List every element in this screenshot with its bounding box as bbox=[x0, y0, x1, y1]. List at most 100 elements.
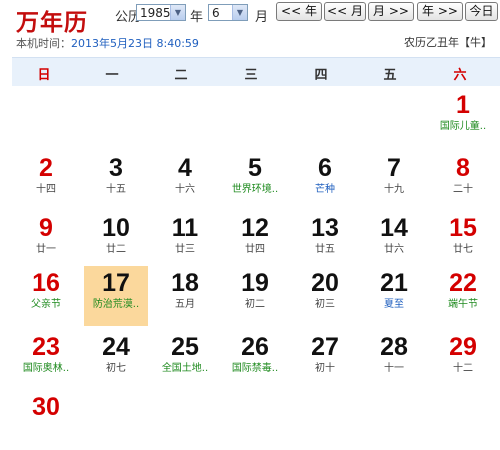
lunar-or-festival-label: 十二 bbox=[453, 363, 473, 374]
day-cell[interactable]: 14 廿六 bbox=[362, 211, 426, 271]
day-cell[interactable]: 13 廿五 bbox=[293, 211, 357, 271]
chevron-down-icon[interactable]: ▼ bbox=[232, 5, 247, 20]
day-cell[interactable]: 19 初二 bbox=[223, 266, 287, 326]
next-month-button[interactable]: 月 >> bbox=[368, 2, 414, 21]
lunar-or-festival-label: 十四 bbox=[36, 184, 56, 195]
day-cell[interactable]: 5 世界环境.. bbox=[223, 151, 287, 211]
lunar-or-festival-label: 防治荒漠.. bbox=[92, 299, 140, 310]
day-cell[interactable]: 7 十九 bbox=[362, 151, 426, 211]
day-number: 20 bbox=[311, 269, 339, 297]
lunar-or-festival-label: 廿五 bbox=[315, 244, 335, 255]
day-number: 2 bbox=[39, 154, 53, 182]
day-number: 1 bbox=[456, 91, 470, 119]
day-number: 29 bbox=[449, 333, 477, 361]
lunar-or-festival-label: 世界环境.. bbox=[231, 184, 279, 195]
day-number: 16 bbox=[32, 269, 60, 297]
lunar-or-festival-label: 二十 bbox=[453, 184, 473, 195]
day-cell[interactable]: 23 国际奥林.. bbox=[14, 330, 78, 390]
day-cell[interactable]: 20 初三 bbox=[293, 266, 357, 326]
today-button[interactable]: 今日 bbox=[465, 2, 498, 21]
lunar-or-festival-label: 国际奥林.. bbox=[22, 363, 70, 374]
day-cell[interactable]: 4 十六 bbox=[153, 151, 217, 211]
local-time: 本机时间：2013年5月23日 8:40:59 bbox=[16, 35, 199, 51]
day-cell[interactable]: 22 端午节 bbox=[431, 266, 495, 326]
day-cell[interactable]: 30 bbox=[14, 390, 78, 450]
day-number: 11 bbox=[171, 214, 199, 242]
day-cell[interactable]: 26 国际禁毒.. bbox=[223, 330, 287, 390]
day-cell[interactable]: 29 十二 bbox=[431, 330, 495, 390]
next-year-button[interactable]: 年 >> bbox=[417, 2, 463, 21]
weekday-sun: 日 bbox=[37, 68, 51, 83]
month-label: 月 bbox=[255, 10, 269, 25]
day-number: 24 bbox=[102, 333, 130, 361]
prev-year-button[interactable]: << 年 bbox=[276, 2, 322, 21]
lunar-or-festival-label: 廿六 bbox=[384, 244, 404, 255]
day-number: 12 bbox=[241, 214, 269, 242]
day-cell[interactable]: 28 十一 bbox=[362, 330, 426, 390]
day-number: 8 bbox=[456, 154, 470, 182]
day-cell[interactable]: 1 国际儿童.. bbox=[431, 88, 495, 148]
day-number: 3 bbox=[109, 154, 123, 182]
day-cell[interactable]: 16 父亲节 bbox=[14, 266, 78, 326]
day-cell[interactable]: 15 廿七 bbox=[431, 211, 495, 271]
day-number: 5 bbox=[248, 154, 262, 182]
day-cell[interactable]: 8 二十 bbox=[431, 151, 495, 211]
day-number: 6 bbox=[318, 154, 332, 182]
day-cell[interactable]: 21 夏至 bbox=[362, 266, 426, 326]
day-cell[interactable]: 25 全国土地.. bbox=[153, 330, 217, 390]
lunar-or-festival-label: 初七 bbox=[106, 363, 126, 374]
day-number: 19 bbox=[241, 269, 269, 297]
day-cell[interactable]: 3 十五 bbox=[84, 151, 148, 211]
day-number: 26 bbox=[241, 333, 269, 361]
lunar-or-festival-label: 芒种 bbox=[315, 184, 335, 195]
day-number: 22 bbox=[449, 269, 477, 297]
lunar-or-festival-label: 十一 bbox=[384, 363, 404, 374]
day-cell[interactable]: 12 廿四 bbox=[223, 211, 287, 271]
weekday-wed: 三 bbox=[244, 68, 258, 83]
day-number: 21 bbox=[380, 269, 408, 297]
day-cell[interactable]: 6 芒种 bbox=[293, 151, 357, 211]
weekday-thu: 四 bbox=[314, 68, 328, 83]
day-number: 30 bbox=[32, 393, 60, 421]
prev-month-button[interactable]: << 月 bbox=[324, 2, 366, 21]
day-cell[interactable]: 11 廿三 bbox=[153, 211, 217, 271]
weekday-tue: 二 bbox=[174, 68, 188, 83]
day-cell[interactable]: 10 廿二 bbox=[84, 211, 148, 271]
day-number: 14 bbox=[380, 214, 408, 242]
lunar-or-festival-label: 夏至 bbox=[384, 299, 404, 310]
lunar-or-festival-label: 初二 bbox=[245, 299, 265, 310]
lunar-or-festival-label: 初三 bbox=[315, 299, 335, 310]
weekday-sat: 六 bbox=[453, 68, 467, 83]
day-cell[interactable]: 18 五月 bbox=[153, 266, 217, 326]
local-time-value: 2013年5月23日 8:40:59 bbox=[71, 37, 199, 50]
day-number: 18 bbox=[171, 269, 199, 297]
lunar-or-festival-label: 十五 bbox=[106, 184, 126, 195]
year-select-value: 1985 bbox=[140, 6, 171, 20]
month-select[interactable]: 6 ▼ bbox=[208, 4, 248, 21]
app-logo: 万年历 bbox=[16, 9, 88, 36]
day-cell[interactable]: 2 十四 bbox=[14, 151, 78, 211]
lunar-or-festival-label: 廿三 bbox=[175, 244, 195, 255]
day-cell[interactable]: 24 初七 bbox=[84, 330, 148, 390]
day-number: 10 bbox=[102, 214, 130, 242]
lunar-or-festival-label: 初十 bbox=[315, 363, 335, 374]
day-number: 23 bbox=[32, 333, 60, 361]
chevron-down-icon[interactable]: ▼ bbox=[170, 5, 185, 20]
day-number: 7 bbox=[387, 154, 401, 182]
day-cell[interactable]: 27 初十 bbox=[293, 330, 357, 390]
day-cell[interactable]: 9 廿一 bbox=[14, 211, 78, 271]
day-number: 27 bbox=[311, 333, 339, 361]
lunar-or-festival-label: 廿四 bbox=[245, 244, 265, 255]
day-number: 28 bbox=[380, 333, 408, 361]
year-select[interactable]: 1985 ▼ bbox=[136, 4, 186, 21]
day-number: 25 bbox=[171, 333, 199, 361]
lunar-or-festival-label: 廿七 bbox=[453, 244, 473, 255]
lunar-year-label: 农历乙丑年【牛】 bbox=[404, 36, 492, 49]
lunar-or-festival-label: 十九 bbox=[384, 184, 404, 195]
year-label: 年 bbox=[190, 10, 204, 25]
day-cell[interactable]: 17 防治荒漠.. bbox=[84, 266, 148, 326]
day-number: 13 bbox=[311, 214, 339, 242]
lunar-or-festival-label: 国际儿童.. bbox=[439, 121, 487, 132]
local-time-label: 本机时间： bbox=[16, 37, 71, 50]
lunar-or-festival-label: 廿一 bbox=[36, 244, 56, 255]
